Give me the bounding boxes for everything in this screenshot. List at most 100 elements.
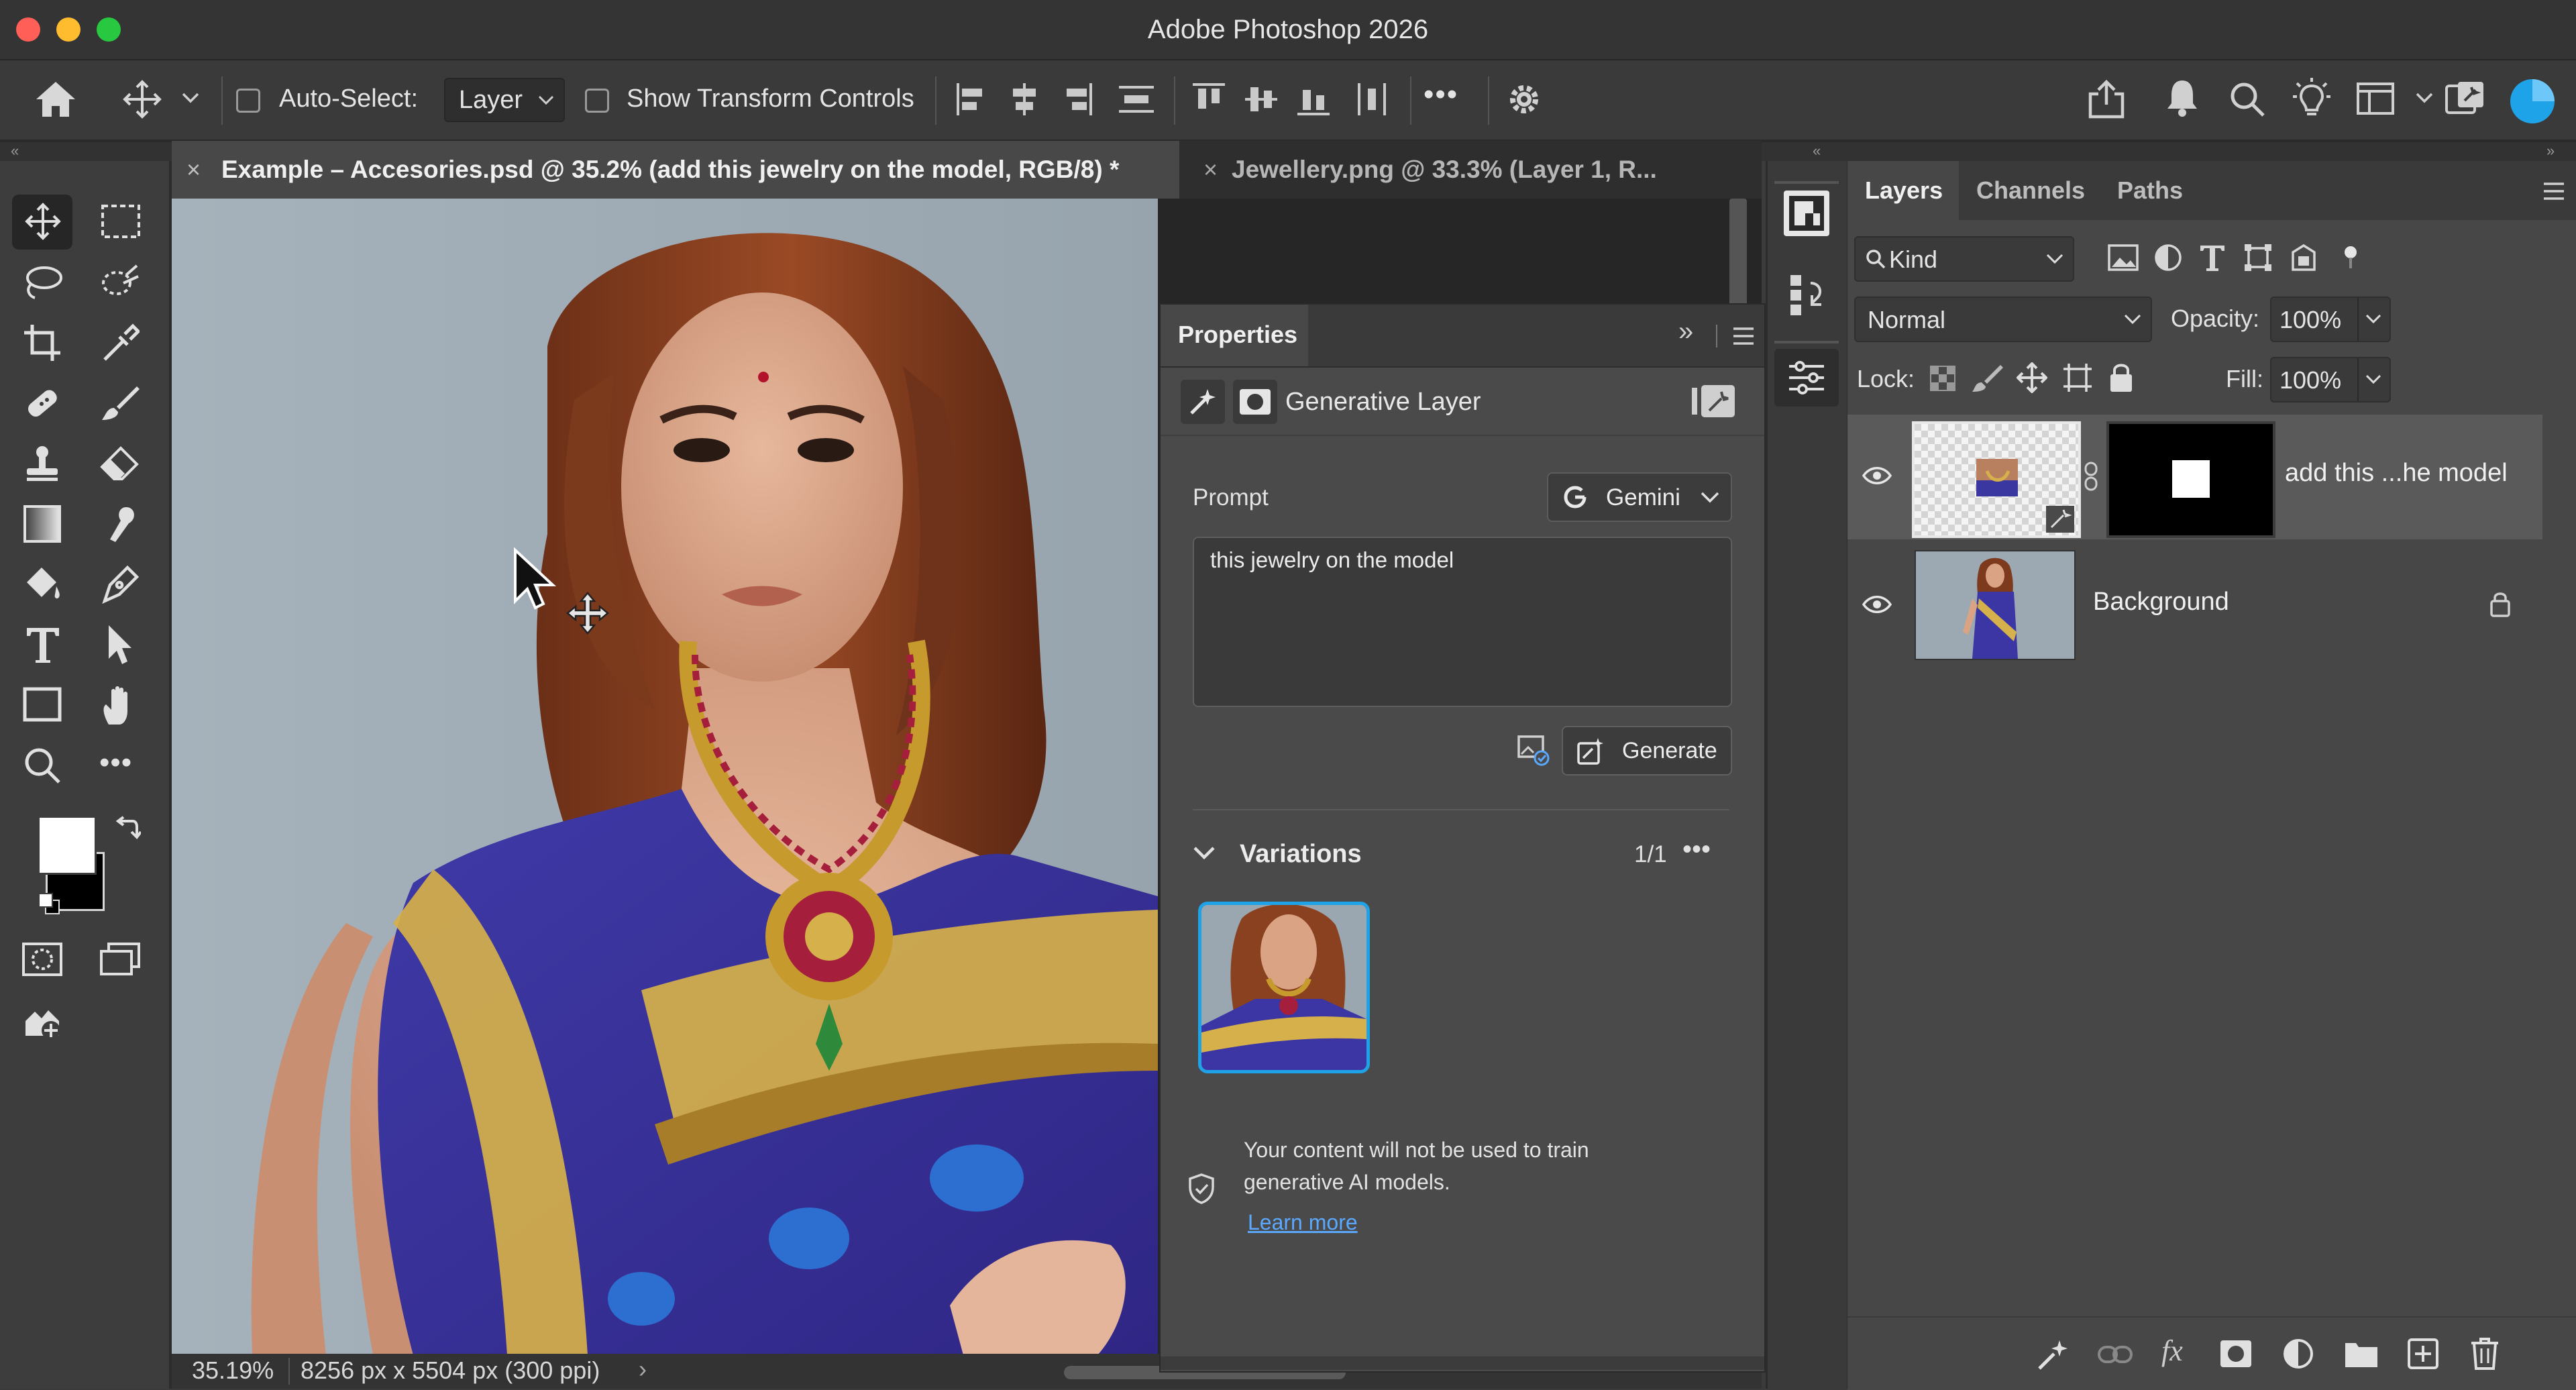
- panel-menu-icon[interactable]: [1732, 326, 1755, 346]
- adjustment-layer-icon[interactable]: [2282, 1338, 2314, 1370]
- search-icon[interactable]: [2227, 79, 2267, 119]
- link-icon[interactable]: [2084, 462, 2098, 491]
- layer-name[interactable]: Background: [2093, 588, 2229, 617]
- filter-toggle[interactable]: [2344, 246, 2357, 270]
- close-icon[interactable]: ×: [186, 141, 201, 199]
- eye-icon[interactable]: [1862, 594, 1892, 614]
- lock-position-icon[interactable]: [2017, 362, 2047, 393]
- fill-input[interactable]: 100%: [2270, 357, 2391, 403]
- marquee-tool[interactable]: [90, 195, 150, 250]
- tab-paths[interactable]: Paths: [2117, 161, 2183, 220]
- zoom-level[interactable]: 35.19%: [192, 1356, 274, 1385]
- share-icon[interactable]: [2085, 78, 2128, 119]
- vertical-scrollbar[interactable]: [1729, 199, 1747, 306]
- add-mask-icon[interactable]: [2219, 1339, 2253, 1369]
- type-tool[interactable]: [12, 617, 72, 672]
- hand-tool[interactable]: [90, 678, 150, 733]
- filter-pixel-icon[interactable]: [2108, 244, 2139, 271]
- auto-select-checkbox[interactable]: [236, 89, 260, 113]
- layer-filter-dropdown[interactable]: Kind: [1854, 236, 2074, 282]
- properties-panel-icon[interactable]: [1774, 349, 1839, 407]
- zoom-tool[interactable]: [12, 738, 72, 793]
- filter-type-icon[interactable]: [2198, 243, 2227, 272]
- blend-mode-dropdown[interactable]: Normal: [1854, 297, 2152, 342]
- workspace-layout-icon[interactable]: [2356, 82, 2395, 115]
- tab-jewellery[interactable]: × Jewellery.png @ 33.3% (Layer 1, R...: [1190, 141, 1713, 199]
- more-tools-button[interactable]: •••: [90, 738, 150, 793]
- variation-thumbnail[interactable]: [1198, 902, 1370, 1073]
- collapse-panel-icon[interactable]: »: [1678, 317, 1693, 347]
- lock-all-icon[interactable]: [2108, 361, 2135, 393]
- gradient-tool[interactable]: [12, 496, 72, 551]
- quick-mask-tool[interactable]: [12, 932, 72, 987]
- more-options-button[interactable]: •••: [1424, 78, 1458, 111]
- align-top-icon[interactable]: [1191, 82, 1226, 117]
- collapse-arrows-icon[interactable]: «: [1813, 142, 1821, 160]
- opacity-input[interactable]: 100%: [2270, 297, 2391, 342]
- align-left-icon[interactable]: [955, 82, 989, 117]
- clone-stamp-tool[interactable]: [12, 436, 72, 491]
- pen-tool[interactable]: [90, 557, 150, 612]
- chevron-right-icon[interactable]: ›: [639, 1355, 647, 1383]
- history-panel-icon[interactable]: [1781, 270, 1832, 321]
- generate-button[interactable]: Generate: [1562, 726, 1732, 776]
- edit-toolbar-icon[interactable]: [12, 993, 72, 1048]
- expand-arrows-icon[interactable]: »: [2546, 142, 2555, 160]
- align-horizontal-center-icon[interactable]: [1008, 82, 1041, 117]
- smudge-tool[interactable]: [90, 496, 150, 551]
- move-tool-icon[interactable]: [122, 79, 162, 119]
- align-bottom-icon[interactable]: [1296, 82, 1331, 117]
- model-dropdown[interactable]: Gemini: [1547, 472, 1732, 522]
- generative-layer-options-icon[interactable]: [1690, 381, 1737, 421]
- healing-brush-tool[interactable]: [12, 376, 72, 431]
- lightbulb-icon[interactable]: [2292, 76, 2332, 119]
- tab-example-accesories[interactable]: × Example – Accesories.psd @ 35.2% (add …: [172, 141, 1179, 199]
- chevron-down-icon[interactable]: [2415, 91, 2434, 105]
- fx-button[interactable]: fx: [2161, 1334, 2183, 1368]
- show-transform-checkbox[interactable]: [585, 89, 609, 113]
- align-vertical-center-icon[interactable]: [1244, 82, 1279, 117]
- close-icon[interactable]: ×: [1203, 141, 1218, 199]
- home-icon[interactable]: [34, 79, 78, 119]
- foreground-color-swatch[interactable]: [38, 816, 97, 875]
- layer-row[interactable]: Background: [1847, 546, 2542, 667]
- user-avatar[interactable]: [2509, 78, 2556, 125]
- tab-properties[interactable]: Properties: [1161, 305, 1308, 366]
- photo-model-with-jewelry[interactable]: [172, 199, 1158, 1355]
- path-selection-tool[interactable]: [90, 617, 150, 672]
- tab-channels[interactable]: Channels: [1976, 161, 2085, 220]
- reference-image-icon[interactable]: [1516, 733, 1550, 766]
- distribute-horizontal-icon[interactable]: [1355, 82, 1390, 117]
- bucket-tool[interactable]: [12, 557, 72, 612]
- quick-selection-tool[interactable]: [90, 255, 150, 310]
- bell-icon[interactable]: [2164, 78, 2200, 118]
- folder-icon[interactable]: [2344, 1339, 2379, 1369]
- link-layers-icon[interactable]: [2097, 1342, 2133, 1367]
- variations-more-button[interactable]: •••: [1682, 835, 1711, 865]
- trash-icon[interactable]: [2470, 1336, 2500, 1371]
- filter-shape-icon[interactable]: [2243, 243, 2273, 272]
- align-right-icon[interactable]: [1060, 82, 1093, 117]
- layer-mask-thumbnail[interactable]: [2106, 421, 2275, 538]
- eraser-tool[interactable]: [90, 436, 150, 491]
- rectangle-tool[interactable]: [12, 678, 72, 733]
- lock-transparent-pixels-icon[interactable]: [1929, 365, 1956, 392]
- generative-brush-icon[interactable]: [2037, 1338, 2070, 1371]
- collapse-arrows-icon[interactable]: «: [11, 142, 19, 160]
- crop-tool[interactable]: [12, 315, 72, 370]
- move-tool[interactable]: [12, 195, 72, 250]
- layer-thumbnail[interactable]: [1912, 421, 2081, 538]
- new-layer-icon[interactable]: [2407, 1338, 2439, 1370]
- layer-name[interactable]: add this ...he model: [2285, 459, 2508, 488]
- filter-smart-object-icon[interactable]: [2289, 243, 2318, 272]
- distribute-vertical-icon[interactable]: [1118, 82, 1155, 117]
- auto-select-dropdown[interactable]: Layer: [444, 78, 565, 122]
- generative-fill-icon[interactable]: [2445, 79, 2486, 118]
- chevron-down-icon[interactable]: [1193, 845, 1216, 861]
- prompt-input[interactable]: this jewelry on the model: [1193, 537, 1732, 707]
- lock-artboard-icon[interactable]: [2062, 362, 2093, 393]
- plugin-panel-icon[interactable]: [1781, 188, 1832, 239]
- chevron-down-icon[interactable]: [181, 91, 200, 105]
- learn-more-link[interactable]: Learn more: [1248, 1210, 1358, 1235]
- panel-menu-icon[interactable]: [2542, 181, 2565, 201]
